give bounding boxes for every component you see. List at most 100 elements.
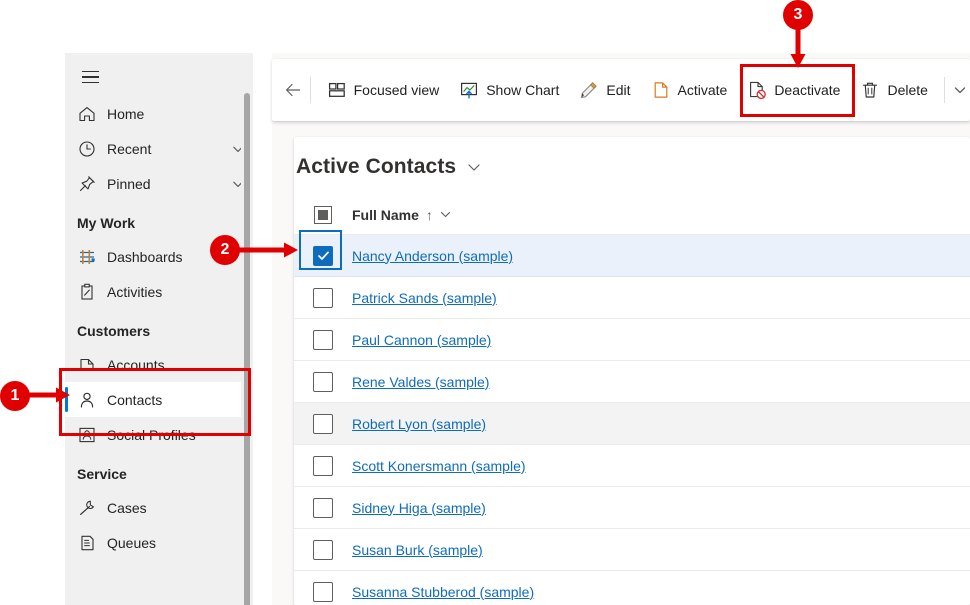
select-all-checkbox[interactable] — [314, 206, 332, 224]
sidebar-item-pinned[interactable]: Pinned — [65, 166, 253, 201]
row-checkbox[interactable] — [313, 330, 333, 350]
command-button-label: Deactivate — [774, 82, 840, 98]
command-bar-overflow-chevron-down-icon[interactable] — [951, 73, 970, 107]
pin-icon — [77, 174, 97, 194]
column-header-chevron-down-icon[interactable] — [439, 208, 452, 221]
row-checkbox-cell — [294, 582, 352, 602]
table-row[interactable]: Susan Burk (sample) — [294, 529, 970, 571]
row-checkbox[interactable] — [313, 372, 333, 392]
hamburger-menu-icon[interactable] — [77, 64, 103, 90]
row-checkbox[interactable] — [313, 456, 333, 476]
contact-name-link[interactable]: Robert Lyon (sample) — [352, 416, 486, 432]
column-header-full-name[interactable]: Full Name ↑ — [352, 207, 452, 223]
sidebar-scrollbar-thumb[interactable] — [244, 93, 250, 605]
accounts-icon — [77, 355, 97, 375]
sidebar-item-queues[interactable]: Queues — [65, 525, 253, 560]
delete-button[interactable]: Delete — [850, 70, 937, 110]
column-header-label: Full Name — [352, 207, 419, 223]
sitemap-sidebar: HomeRecentPinnedMy WorkDashboardsActivit… — [65, 53, 253, 605]
focused-view-button[interactable]: Focused view — [317, 70, 450, 110]
sidebar-item-label: Accounts — [107, 357, 253, 373]
command-button-label: Focused view — [354, 82, 440, 98]
contact-name-link[interactable]: Scott Konersmann (sample) — [352, 458, 526, 474]
command-button-label: Delete — [887, 82, 927, 98]
sidebar-item-contacts[interactable]: Contacts — [65, 382, 253, 417]
row-checkbox-cell — [294, 372, 352, 392]
command-button-label: Edit — [606, 82, 630, 98]
activate-icon — [651, 80, 671, 100]
row-checkbox[interactable] — [313, 582, 333, 602]
row-checkbox-cell — [294, 498, 352, 518]
sidebar-item-cases[interactable]: Cases — [65, 490, 253, 525]
sidebar-item-label: Social Profiles — [107, 427, 253, 443]
sidebar-item-accounts[interactable]: Accounts — [65, 347, 253, 382]
table-row[interactable]: Paul Cannon (sample) — [294, 319, 970, 361]
deactivate-button[interactable]: Deactivate — [737, 70, 850, 110]
command-button-label: Show Chart — [486, 82, 559, 98]
row-checkbox[interactable] — [313, 498, 333, 518]
annotation-badge-3: 3 — [783, 0, 813, 30]
contact-person-icon — [77, 390, 97, 410]
sidebar-item-label: Queues — [107, 535, 253, 551]
grid-panel: Active Contacts Full Name ↑ Nancy Anders — [294, 137, 970, 605]
row-checkbox-cell — [294, 288, 352, 308]
activities-icon — [77, 282, 97, 302]
sidebar-group-service: Service — [65, 452, 253, 490]
contact-name-link[interactable]: Susanna Stubberod (sample) — [352, 584, 534, 600]
page-title: Active Contacts — [296, 155, 456, 179]
sort-ascending-icon: ↑ — [426, 207, 433, 223]
show-chart-icon — [459, 80, 479, 100]
sidebar-item-home[interactable]: Home — [65, 96, 253, 131]
trash-icon — [860, 80, 880, 100]
sidebar-item-label: Cases — [107, 500, 253, 516]
home-icon — [77, 104, 97, 124]
row-checkbox[interactable] — [313, 288, 333, 308]
show-chart-button[interactable]: Show Chart — [449, 70, 569, 110]
sidebar-group-my-work: My Work — [65, 201, 253, 239]
table-row[interactable]: Sidney Higa (sample) — [294, 487, 970, 529]
contact-name-link[interactable]: Rene Valdes (sample) — [352, 374, 489, 390]
contact-name-link[interactable]: Paul Cannon (sample) — [352, 332, 491, 348]
edit-pencil-icon — [579, 80, 599, 100]
select-all-cell — [294, 206, 352, 224]
row-checkbox[interactable] — [313, 540, 333, 560]
contact-name-link[interactable]: Sidney Higa (sample) — [352, 500, 486, 516]
table-row[interactable]: Robert Lyon (sample) — [294, 403, 970, 445]
sitemap-nav-list: HomeRecentPinnedMy WorkDashboardsActivit… — [65, 96, 253, 560]
view-selector-chevron-down-icon[interactable] — [466, 159, 482, 175]
grid-header-row: Full Name ↑ — [294, 195, 970, 235]
row-checkbox-cell — [294, 456, 352, 476]
sidebar-item-label: Contacts — [107, 392, 253, 408]
command-bar: Focused view Show Chart Edit Activate Deacti… — [272, 59, 970, 121]
contact-name-link[interactable]: Nancy Anderson (sample) — [352, 248, 513, 264]
view-selector[interactable]: Active Contacts — [296, 137, 970, 179]
row-checkbox[interactable] — [313, 414, 333, 434]
command-bar-divider — [310, 77, 311, 103]
dashboard-icon — [77, 247, 97, 267]
sidebar-item-social-profiles[interactable]: Social Profiles — [65, 417, 253, 452]
clock-icon — [77, 139, 97, 159]
sidebar-item-label: Activities — [107, 284, 253, 300]
back-arrow-icon[interactable] — [282, 73, 304, 107]
sidebar-item-activities[interactable]: Activities — [65, 274, 253, 309]
table-row[interactable]: Rene Valdes (sample) — [294, 361, 970, 403]
sidebar-item-label: Pinned — [107, 176, 227, 192]
contact-name-link[interactable]: Susan Burk (sample) — [352, 542, 483, 558]
edit-button[interactable]: Edit — [569, 70, 640, 110]
sidebar-item-recent[interactable]: Recent — [65, 131, 253, 166]
annotation-badge-1: 1 — [0, 381, 30, 411]
table-row[interactable]: Nancy Anderson (sample) — [294, 235, 970, 277]
sidebar-item-label: Home — [107, 106, 253, 122]
row-checkbox-cell — [294, 246, 352, 266]
contact-name-link[interactable]: Patrick Sands (sample) — [352, 290, 497, 306]
activate-button[interactable]: Activate — [641, 70, 738, 110]
table-row[interactable]: Patrick Sands (sample) — [294, 277, 970, 319]
row-checkbox[interactable] — [313, 246, 333, 266]
table-row[interactable]: Scott Konersmann (sample) — [294, 445, 970, 487]
row-checkbox-cell — [294, 540, 352, 560]
focused-view-icon — [327, 80, 347, 100]
command-bar-divider-2 — [944, 77, 945, 103]
table-row[interactable]: Susanna Stubberod (sample) — [294, 571, 970, 605]
social-profile-icon — [77, 425, 97, 445]
sidebar-item-label: Recent — [107, 141, 227, 157]
